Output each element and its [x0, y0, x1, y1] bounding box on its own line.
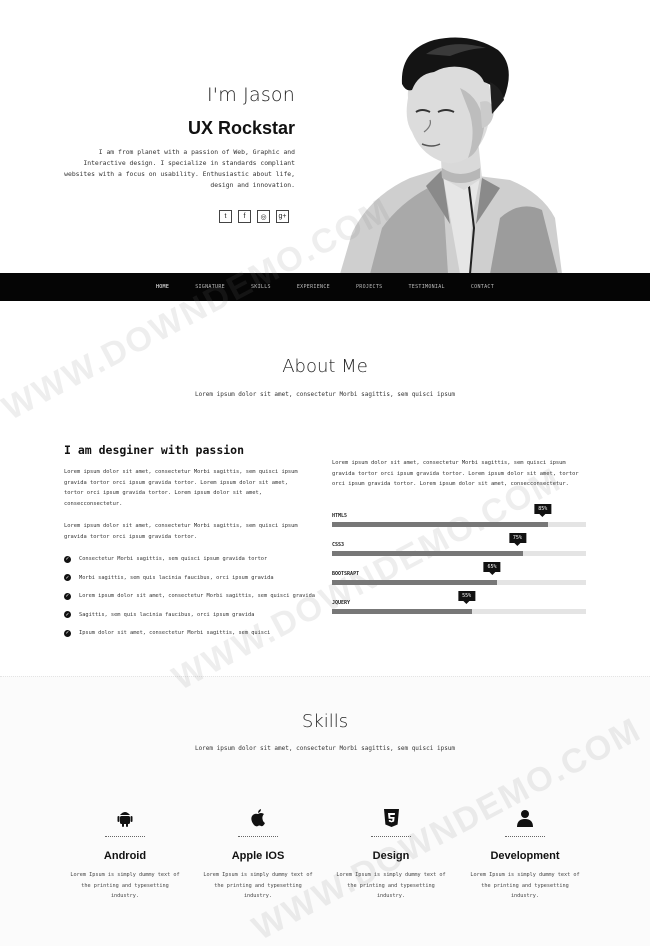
dotted-divider [105, 836, 145, 837]
progress-fill [332, 608, 472, 614]
skill-description: Lorem Ipsum is simply dummy text of the … [336, 872, 446, 899]
progress-bar-css3: 75% CSS3 [332, 532, 587, 562]
check-circle-icon: ✓ [64, 574, 71, 582]
list-item: ✓ Sagittis, sem quis lacinia faucibus, or… [64, 606, 324, 625]
progress-label: CSS3 [332, 541, 345, 548]
progress-tooltip: 85% [534, 503, 552, 517]
skill-card-apple-ios: Apple IOS Lorem Ipsum is simply dummy te… [193, 808, 323, 902]
about-title: About Me [282, 356, 368, 377]
google-plus-icon[interactable]: g+ [276, 210, 289, 223]
about-checklist: ✓ Consectetur Morbi sagittis, sem quisci … [64, 550, 324, 643]
skill-name: Design [372, 850, 410, 862]
progress-fill [332, 579, 498, 585]
progress-track [332, 608, 586, 614]
android-icon [60, 808, 190, 828]
progress-tooltip: 55% [458, 590, 476, 604]
skill-card-design: Design Lorem Ipsum is simply dummy text … [326, 808, 456, 902]
about-heading: I am desginer with passion [64, 443, 245, 457]
portrait-image [340, 37, 562, 273]
about-paragraph-1: Lorem ipsum dolor sit amet, consectetur … [64, 469, 298, 507]
nav-item-projects[interactable]: PROJECTS [356, 284, 382, 290]
hero-text: I'm Jason UX Rockstar I am from planet w… [35, 84, 295, 191]
facebook-icon[interactable]: f [238, 210, 251, 223]
skill-description: Lorem Ipsum is simply dummy text of the … [470, 872, 580, 899]
list-item-text: Consectetur Morbi sagittis, sem quisci i… [79, 556, 268, 563]
user-icon [460, 808, 590, 828]
progress-label: JQUERY [332, 599, 351, 606]
nav-item-testimonial[interactable]: TESTIMONIAL [408, 284, 444, 290]
nav-menu: HOME SIGNATURE SKILLS EXPERIENCE PROJECT… [143, 284, 507, 290]
progress-bar-bootstrap: 65% BOOTSRAPT [332, 561, 587, 591]
check-circle-icon: ✓ [64, 629, 71, 637]
skill-name: Android [103, 850, 147, 862]
skill-bars: 85% HTML5 75% CSS3 65% BOOTSRAPT 55% JQU… [332, 503, 587, 620]
progress-tooltip: 75% [508, 532, 526, 546]
dotted-divider [238, 836, 278, 837]
check-circle-icon: ✓ [64, 592, 71, 600]
twitter-icon[interactable]: t [219, 210, 232, 223]
nav-item-signature[interactable]: SIGNATURE [195, 284, 225, 290]
dotted-divider [371, 836, 411, 837]
check-circle-icon: ✓ [64, 611, 71, 619]
progress-track [332, 521, 586, 527]
skill-description: Lorem Ipsum is simply dummy text of the … [70, 872, 180, 899]
hero-bio: I am from planet with a passion of Web, … [64, 148, 295, 189]
social-links: t f ◎ g+ [219, 210, 289, 223]
dotted-divider [505, 836, 545, 837]
skills-subtitle: Lorem ipsum dolor sit amet, consectetur … [194, 745, 456, 752]
progress-bar-jquery: 55% JQUERY [332, 590, 587, 620]
progress-fill [332, 550, 523, 556]
skill-name: Development [490, 850, 560, 862]
list-item: ✓ Lorem ipsum dolor sit amet, consectetur… [64, 587, 324, 606]
skill-card-development: Development Lorem Ipsum is simply dummy … [460, 808, 590, 902]
progress-fill [332, 521, 548, 527]
list-item-text: Morbi sagittis, sem quis lacinia faucibu… [79, 574, 274, 581]
nav-item-contact[interactable]: CONTACT [471, 284, 494, 290]
progress-track [332, 579, 586, 585]
hero-section: I'm Jason UX Rockstar I am from planet w… [0, 0, 650, 273]
list-item: ✓ Morbi sagittis, sem quis lacinia faucib… [64, 569, 324, 588]
dribbble-icon[interactable]: ◎ [257, 210, 270, 223]
about-left-column: I am desginer with passion Lorem ipsum d… [64, 443, 324, 643]
progress-label: HTML5 [332, 512, 348, 519]
progress-tooltip: 65% [483, 561, 501, 575]
apple-icon [193, 808, 323, 828]
list-item: ✓ Consectetur Morbi sagittis, sem quisci … [64, 550, 324, 569]
skills-title: Skills [301, 711, 349, 732]
skill-description: Lorem Ipsum is simply dummy text of the … [203, 872, 313, 899]
skill-card-android: Android Lorem Ipsum is simply dummy text… [60, 808, 190, 902]
skill-name: Apple IOS [231, 850, 285, 862]
about-paragraph-2: Lorem ipsum dolor sit amet, consectetur … [64, 523, 298, 540]
hero-role: UX Rockstar [187, 118, 295, 138]
about-right-paragraph: Lorem ipsum dolor sit amet, consectetur … [332, 460, 579, 487]
nav-item-home[interactable]: HOME [156, 284, 169, 290]
hero-greeting: I'm Jason [207, 84, 295, 106]
html5-icon [326, 808, 456, 828]
list-item-text: Ipsum dolor sit amet, consectetur Morbi … [79, 630, 271, 637]
progress-track [332, 550, 586, 556]
main-navbar: HOME SIGNATURE SKILLS EXPERIENCE PROJECT… [0, 273, 650, 301]
list-item-text: Lorem ipsum dolor sit amet, consectetur … [79, 593, 315, 600]
check-circle-icon: ✓ [64, 555, 71, 563]
list-item-text: Sagittis, sem quis lacinia faucibus, orc… [79, 611, 255, 618]
progress-bar-html5: 85% HTML5 [332, 503, 587, 533]
nav-item-experience[interactable]: EXPERIENCE [297, 284, 330, 290]
about-right-column: Lorem ipsum dolor sit amet, consectetur … [332, 458, 587, 620]
nav-item-skills[interactable]: SKILLS [251, 284, 271, 290]
list-item: ✓ Ipsum dolor sit amet, consectetur Morbi… [64, 624, 324, 643]
progress-label: BOOTSRAPT [332, 570, 360, 577]
about-subtitle: Lorem ipsum dolor sit amet, consectetur … [194, 391, 456, 398]
